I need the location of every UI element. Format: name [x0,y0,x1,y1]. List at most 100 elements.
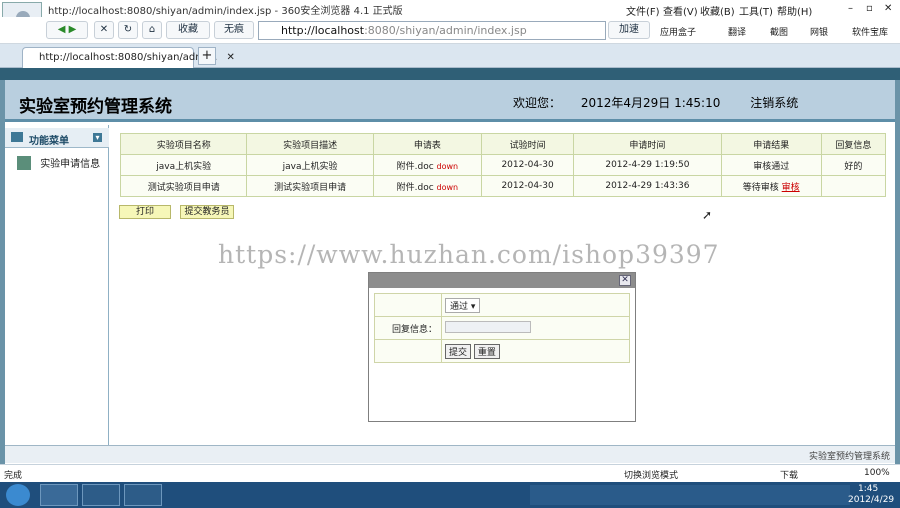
cell-file: 附件.doc down [372,154,482,176]
page-footer: 实验室预约管理系统 [5,445,895,463]
app-box-tool[interactable]: 应用盒子 [660,25,696,38]
screenshot-tool[interactable]: 截图 [770,25,788,38]
form-buttons-cell: 提交 重置 [441,339,630,363]
window-title: http://localhost:8080/shiyan/admin/index… [48,6,403,17]
cell-apply-time: 2012-4-29 1:19:50 [573,154,722,176]
clock-date: 2012/4/29 [848,495,895,505]
tab-index[interactable]: http://localhost:8080/shiyan/admi... ✕ [22,47,235,68]
dialog-form: 通过 ▾ 回复信息： 提交 重置 [374,293,630,363]
address-bar[interactable]: http://localhost:8080/shiyan/admin/index… [258,21,606,40]
dialog-submit-button[interactable]: 提交 [445,343,472,359]
browse-mode-toggle[interactable]: 切换浏览模式 [624,468,678,481]
status-text: 完成 [4,471,23,481]
col-header: 实验项目名称 [119,133,248,155]
taskbar-eclipse-icon[interactable] [82,484,120,506]
dialog-reset-button[interactable]: 重置 [473,343,500,359]
close-icon[interactable]: ✕ [884,3,892,14]
cell-reply [820,175,887,197]
submit-to-admin-button[interactable]: 提交教务员 [180,205,234,219]
taskbar-app-icon[interactable] [124,484,162,506]
menu-favorites[interactable]: 收藏(B) [700,3,735,18]
tab-bar: http://localhost:8080/shiyan/admi... ✕ + [0,44,900,68]
download-link[interactable]: down [437,162,459,171]
col-header: 申请结果 [720,133,822,155]
reply-input[interactable] [445,320,531,333]
review-link[interactable]: 审核 [782,183,800,193]
app-header: 实验室预约管理系统 欢迎您： 2012年4月29日 1:45:10 注销系统 [5,80,895,122]
address-host: http://localhost [281,24,365,37]
select-value: 通过 [450,301,469,312]
zoom-level[interactable]: 100% [864,468,890,478]
application-table: 实验项目名称 实验项目描述 申请表 试验时间 申请时间 申请结果 回复信息 ja… [119,133,887,197]
welcome-area: 欢迎您： 2012年4月29日 1:45:10 注销系统 [513,94,798,111]
refresh-icon[interactable]: ↻ [118,21,138,39]
back-arrow-icon[interactable]: ◀ [58,24,66,35]
cell-name: java上机实验 [119,154,248,176]
cell-result: 等待审核 审核 [720,175,822,197]
new-tab-icon[interactable]: + [198,47,216,65]
cell-test-date: 2012-04-30 [480,175,575,197]
print-button[interactable]: 打印 [119,205,171,219]
result-text: 等待审核 [742,182,779,193]
logout-link[interactable]: 注销系统 [750,96,798,110]
dialog-title-bar [369,273,635,288]
menu-title: 功能菜单 [29,136,69,147]
tab-close-icon[interactable]: ✕ [227,52,235,63]
software-tool[interactable]: 软件宝库 [852,25,888,38]
file-link[interactable]: 附件.doc [397,162,434,172]
sidebar-menu-header: 功能菜单 ▾ [5,128,109,148]
reply-label: 回复信息： [374,316,442,340]
footer-text: 实验室预约管理系统 [809,452,891,462]
taskbar-ie-icon[interactable] [40,484,78,506]
bookmark-button[interactable]: 收藏 [166,21,210,39]
translate-tool[interactable]: 翻译 [728,25,746,38]
file-link[interactable]: 附件.doc [397,183,434,193]
menu-help[interactable]: 帮助(H) [777,3,812,18]
cell-file: 附件.doc down [372,175,482,197]
dialog-close-icon[interactable]: ✕ [619,275,631,286]
menu-tools[interactable]: 工具(T) [739,3,773,18]
mouse-cursor-icon: ➚ [702,208,713,222]
sidebar-item-label: 实验申请信息 [40,159,101,170]
review-dialog: ✕ 通过 ▾ 回复信息： 提交 重置 [368,272,636,422]
col-header: 实验项目描述 [246,133,374,155]
table-row: 测试实验项目申请 测试实验项目申请 附件.doc down 2012-04-30… [119,175,887,197]
cell-desc: 测试实验项目申请 [246,175,374,197]
accelerate-button[interactable]: 加速 [608,21,650,39]
collapse-icon[interactable]: ▾ [93,133,102,142]
form-field-cell: 通过 ▾ [441,293,630,317]
top-strip [0,68,900,80]
col-header: 申请时间 [573,133,722,155]
download-button[interactable]: 下载 [780,468,798,481]
close-page-icon[interactable]: ✕ [94,21,114,39]
start-button-icon[interactable] [6,484,30,506]
no-trace-button[interactable]: 无痕 [214,21,254,39]
sidebar-item-apply-info[interactable]: 实验申请信息 [17,155,100,170]
minimize-icon[interactable]: – [848,3,853,14]
clock-time: 1:45 [858,484,879,494]
cell-apply-time: 2012-4-29 1:43:36 [573,175,722,197]
form-label-empty [374,339,442,363]
menu-view[interactable]: 查看(V) [663,3,698,18]
sidebar: 功能菜单 ▾ 实验申请信息 [5,125,109,445]
watermark-text: https://www.huzhan.com/ishop39397 [218,240,720,269]
browser-title-bar: http://localhost:8080/shiyan/admin/index… [0,0,900,18]
maximize-icon[interactable]: ▫ [866,3,873,14]
forward-arrow-icon[interactable]: ▶ [69,24,77,35]
cell-desc: java上机实验 [246,154,374,176]
back-forward-buttons[interactable]: ◀ ▶ [46,21,88,39]
download-link[interactable]: down [437,183,459,192]
browser-toolbar: ◀ ▶ ✕ ↻ ⌂ 收藏 无痕 http://localhost:8080/sh… [0,17,900,44]
home-icon[interactable]: ⌂ [142,21,162,39]
doc-icon [17,155,31,170]
tab-label: http://localhost:8080/shiyan/admi... [39,52,218,63]
col-header: 申请表 [372,133,482,155]
result-select[interactable]: 通过 ▾ [445,297,481,313]
status-bar: 完成 切换浏览模式 下载 100% [0,464,900,482]
ebank-tool[interactable]: 网银 [810,25,828,38]
cell-test-date: 2012-04-30 [480,154,575,176]
col-header: 回复信息 [820,133,887,155]
col-header: 试验时间 [480,133,575,155]
menu-file[interactable]: 文件(F) [626,3,660,18]
taskbar: 1:45 2012/4/29 [0,482,900,508]
